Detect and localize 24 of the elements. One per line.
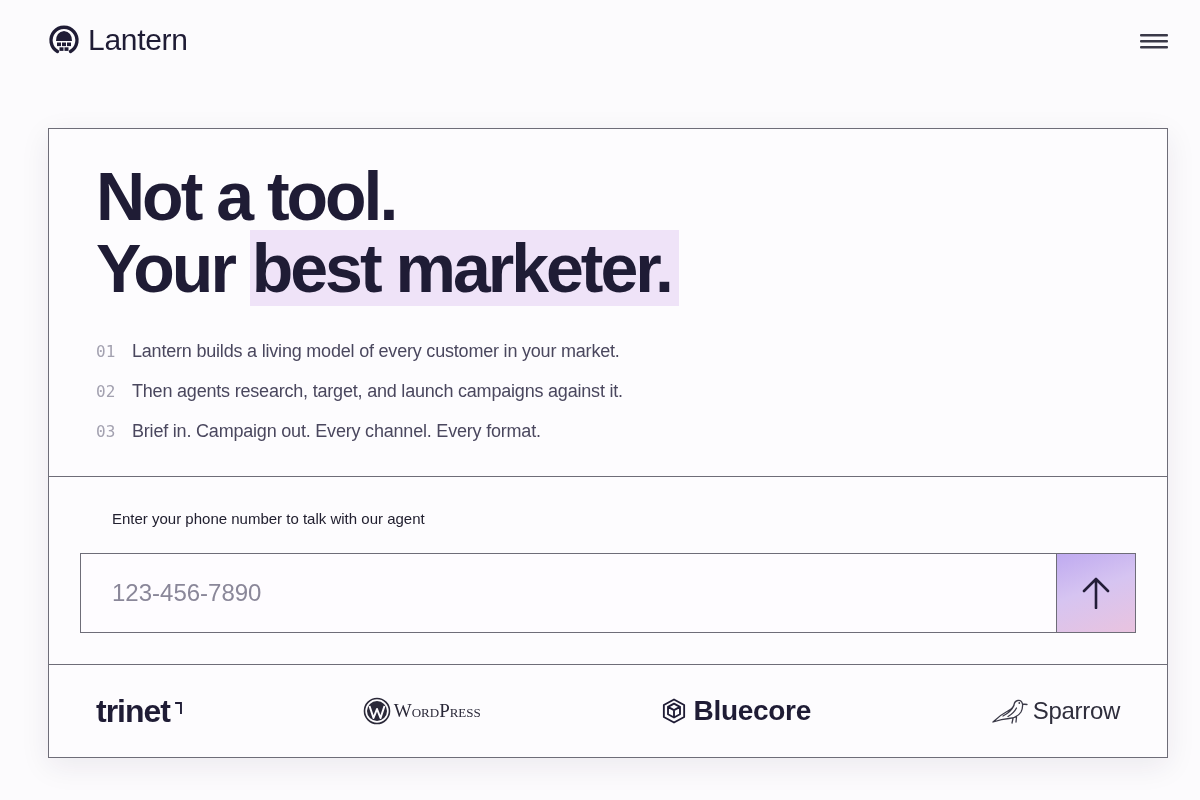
menu-icon bbox=[1140, 33, 1168, 49]
w-emblem-icon bbox=[362, 697, 391, 725]
step-number: 03 bbox=[96, 421, 117, 441]
headline-line: Your best marketer. bbox=[96, 232, 679, 304]
cube-icon bbox=[661, 698, 686, 724]
logo-wordmark: WordPress bbox=[393, 700, 481, 722]
step-text: Then agents research, target, and launch campaigns against it. bbox=[132, 380, 623, 402]
logo-wordmark: trinet bbox=[96, 692, 171, 730]
logo-wordmark: Bluecore bbox=[693, 695, 811, 727]
headline-line: Not a tool. bbox=[96, 160, 396, 232]
menu-button[interactable] bbox=[1140, 33, 1168, 49]
phone-input-field[interactable]: 123-456-7890 bbox=[80, 553, 1056, 633]
logo-wordmark: Sparrow bbox=[1032, 697, 1120, 725]
step-text: Lantern builds a living model of every customer in your market. bbox=[132, 340, 620, 362]
step-number: 01 bbox=[96, 341, 117, 361]
submit-button[interactable] bbox=[1056, 553, 1136, 633]
arrow-up-icon bbox=[1082, 577, 1110, 609]
bird-icon bbox=[991, 698, 1028, 724]
corner-mark-icon bbox=[175, 702, 182, 714]
lantern-logo-icon bbox=[48, 24, 80, 56]
step-text: Brief in. Campaign out. Every channel. Every format. bbox=[132, 420, 541, 442]
brand-link[interactable]: Lantern bbox=[48, 23, 188, 57]
step-number: 02 bbox=[96, 381, 117, 401]
phone-field-label: Enter your phone number to talk with our agent bbox=[111, 509, 425, 529]
